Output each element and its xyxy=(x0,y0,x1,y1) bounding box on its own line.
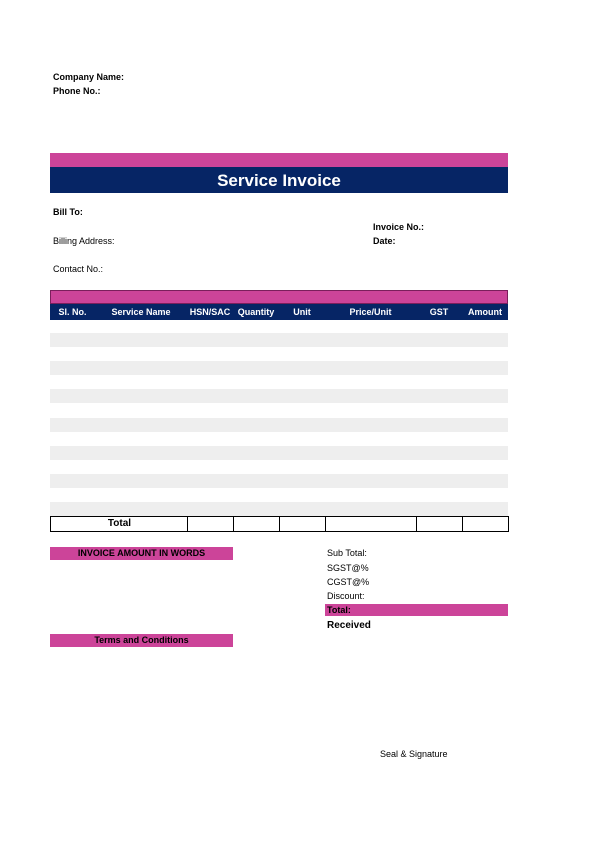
sub-total-label: Sub Total: xyxy=(327,548,367,558)
seal-signature-label: Seal & Signature xyxy=(380,749,448,759)
invoice-number-label: Invoice No.: xyxy=(373,222,425,232)
discount-label: Discount: xyxy=(327,591,365,601)
table-row[interactable] xyxy=(50,502,508,516)
column-header: Unit xyxy=(293,307,311,317)
total-cell-quantity[interactable] xyxy=(188,517,234,531)
cgst-label: CGST@% xyxy=(327,577,370,587)
date-label: Date: xyxy=(373,236,396,246)
contact-label: Contact No.: xyxy=(53,264,104,274)
company-name-label: Company Name: xyxy=(53,72,125,82)
table-row[interactable] xyxy=(50,446,508,460)
table-header: Sl. No. Service Name HSN/SAC Quantity Un… xyxy=(50,304,508,320)
table-row[interactable] xyxy=(50,474,508,488)
total-cell-amount[interactable] xyxy=(463,517,508,531)
summary-total-label: Total: xyxy=(327,605,351,615)
column-header: Quantity xyxy=(237,307,275,317)
terms-label: Terms and Conditions xyxy=(50,634,233,647)
company-info: Company Name: Phone No.: xyxy=(53,70,124,98)
total-row: Total xyxy=(50,516,509,532)
page-title: Service Invoice xyxy=(217,171,341,190)
amount-in-words-label: INVOICE AMOUNT IN WORDS xyxy=(50,547,233,560)
column-header: HSN/SAC xyxy=(189,307,231,317)
column-header: Sl. No. xyxy=(58,307,87,317)
total-cell-gst[interactable] xyxy=(417,517,463,531)
table-accent-bar xyxy=(50,290,508,304)
column-header: Amount xyxy=(468,307,502,317)
total-cell-price[interactable] xyxy=(326,517,417,531)
bill-to-label: Bill To: xyxy=(53,207,83,217)
total-cell-unit[interactable] xyxy=(234,517,280,531)
table-row[interactable] xyxy=(50,361,508,375)
phone-label: Phone No.: xyxy=(53,86,101,96)
summary-total-bar xyxy=(325,604,508,616)
header-accent-bar xyxy=(50,153,508,167)
billing-address-label: Billing Address: xyxy=(53,236,115,246)
title-bar: Service Invoice xyxy=(50,167,508,193)
received-label: Received xyxy=(327,620,371,631)
sgst-label: SGST@% xyxy=(327,563,369,573)
column-header: Service Name xyxy=(111,307,171,317)
table-row[interactable] xyxy=(50,418,508,432)
total-label: Total xyxy=(107,518,132,529)
total-cell-col5[interactable] xyxy=(280,517,326,531)
table-row[interactable] xyxy=(50,333,508,347)
column-header: Price/Unit xyxy=(349,307,392,317)
table-row[interactable] xyxy=(50,389,508,403)
column-header: GST xyxy=(429,307,449,317)
